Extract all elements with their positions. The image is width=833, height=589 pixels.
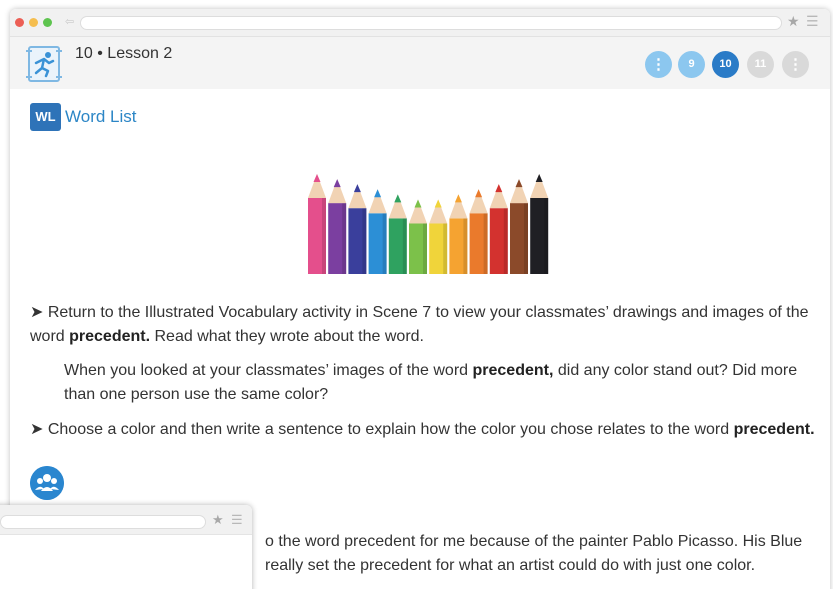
- pencil: [530, 174, 549, 274]
- instruction-choose-color: ➤ Choose a color and then write a senten…: [30, 421, 815, 438]
- lesson-title: 10 • Lesson 2: [75, 45, 173, 62]
- browser-window: ⇦ ★ ☰ 10 • Lesson 2 ⋮ 9 10 11 ⋮ WL Word …: [10, 9, 830, 589]
- group-discussion-icon[interactable]: [30, 466, 64, 500]
- pencil: [328, 179, 347, 274]
- page-10-button-current[interactable]: 10: [712, 51, 739, 78]
- pencil: [449, 194, 468, 274]
- word-list-link[interactable]: Word List: [65, 107, 137, 127]
- overlay-browser-toolbar: ★ ☰: [0, 505, 252, 535]
- pencil: [409, 199, 427, 274]
- next-more-pages-button[interactable]: ⋮: [782, 51, 809, 78]
- pencil: [388, 194, 407, 274]
- pencil: [510, 179, 528, 274]
- hamburger-menu-icon[interactable]: ☰: [231, 512, 243, 528]
- star-icon[interactable]: ★: [787, 13, 800, 30]
- running-figure-icon: [26, 46, 62, 82]
- prev-more-pages-button[interactable]: ⋮: [645, 51, 672, 78]
- student-response-text: o the word precedent for me because of t…: [265, 533, 803, 574]
- address-bar[interactable]: [80, 16, 782, 30]
- pencil: [489, 184, 508, 274]
- pencil: [308, 174, 326, 274]
- pencil: [469, 189, 488, 274]
- arrow-bullet-icon: ➤: [30, 304, 44, 321]
- overlay-browser-window: ★ ☰: [0, 505, 252, 589]
- minimize-window-button[interactable]: [29, 18, 38, 27]
- word-list-badge[interactable]: WL: [30, 103, 61, 131]
- pencil: [348, 184, 367, 274]
- close-window-button[interactable]: [15, 18, 24, 27]
- colored-pencils-image: [308, 174, 549, 274]
- browser-toolbar: ⇦ ★ ☰: [10, 9, 830, 37]
- arrow-bullet-icon: ➤: [30, 421, 44, 438]
- instruction-return-to-activity: ➤ Return to the Illustrated Vocabulary a…: [30, 304, 809, 345]
- question-color-stand-out: When you looked at your classmates’ imag…: [64, 362, 798, 403]
- pencil: [368, 189, 387, 274]
- page-9-button[interactable]: 9: [678, 51, 705, 78]
- pencil: [429, 199, 448, 274]
- overlay-address-bar[interactable]: [0, 515, 206, 529]
- star-icon[interactable]: ★: [212, 512, 224, 528]
- hamburger-menu-icon[interactable]: ☰: [806, 13, 819, 30]
- lesson-header: 10 • Lesson 2 ⋮ 9 10 11 ⋮: [10, 37, 830, 89]
- back-arrow-icon[interactable]: ⇦: [65, 15, 74, 28]
- maximize-window-button[interactable]: [43, 18, 52, 27]
- page-11-button[interactable]: 11: [747, 51, 774, 78]
